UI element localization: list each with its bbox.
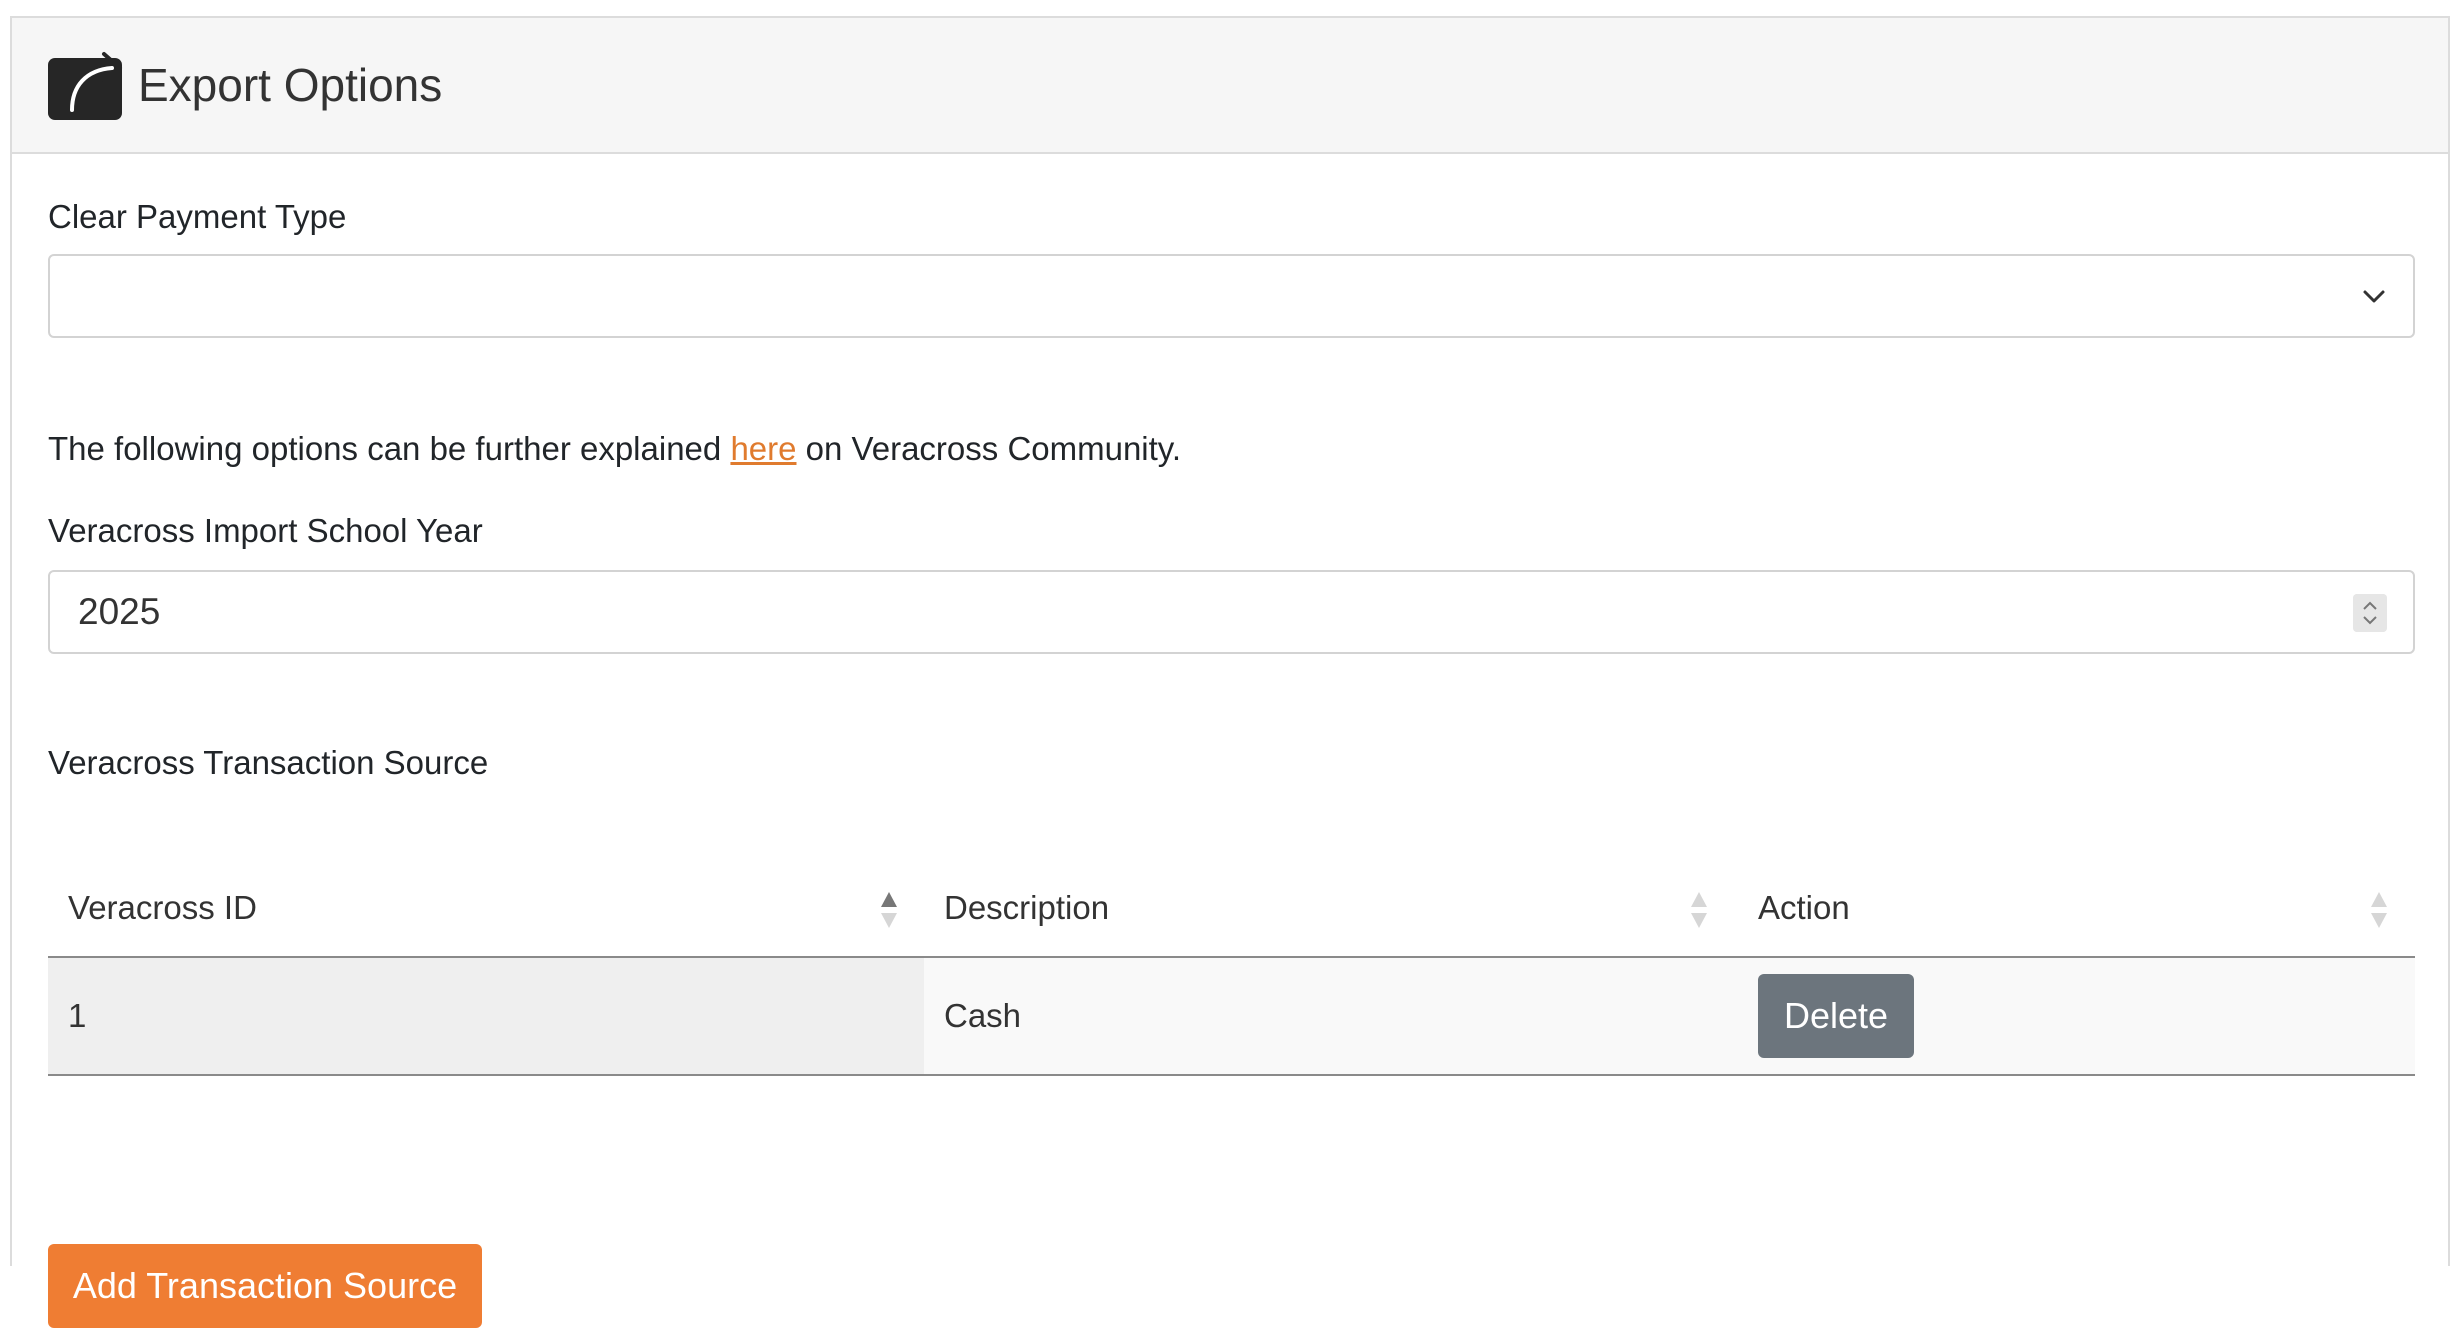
info-text-before: The following options can be further exp… xyxy=(48,430,731,467)
column-header-veracross-id[interactable]: Veracross ID xyxy=(68,860,257,956)
payment-type-select[interactable] xyxy=(48,254,2415,338)
school-year-value: 2025 xyxy=(78,591,161,632)
add-transaction-source-button[interactable]: Add Transaction Source xyxy=(48,1244,482,1328)
sort-icon[interactable] xyxy=(1690,890,1708,930)
cell-description: Cash xyxy=(944,997,1022,1034)
transaction-source-table: Veracross ID Description Action 1 Cash D… xyxy=(48,860,2415,1076)
community-help-link[interactable]: here xyxy=(730,430,796,467)
chevron-down-icon xyxy=(2363,290,2385,303)
export-options-panel: Export Options Clear Payment Type The fo… xyxy=(10,16,2450,1328)
panel-header: Export Options xyxy=(12,18,2448,154)
column-header-action[interactable]: Action xyxy=(1758,860,1850,956)
payment-type-label: Clear Payment Type xyxy=(48,198,347,235)
transaction-source-label: Veracross Transaction Source xyxy=(48,744,489,781)
cell-veracross-id: 1 xyxy=(48,958,924,1074)
info-text: The following options can be further exp… xyxy=(48,430,1181,468)
panel-title: Export Options xyxy=(138,59,443,111)
number-spinner-icon[interactable] xyxy=(2353,594,2387,632)
table-row: 1 Cash Delete xyxy=(48,958,2415,1076)
column-header-description[interactable]: Description xyxy=(944,860,1109,956)
sort-ascending-icon[interactable] xyxy=(880,890,898,930)
sort-icon[interactable] xyxy=(2370,890,2388,930)
info-text-after: on Veracross Community. xyxy=(796,430,1182,467)
table-header-row: Veracross ID Description Action xyxy=(48,860,2415,958)
school-year-input[interactable]: 2025 xyxy=(48,570,2415,654)
delete-button[interactable]: Delete xyxy=(1758,974,1914,1058)
school-year-label: Veracross Import School Year xyxy=(48,512,483,549)
share-arrow-icon xyxy=(48,52,122,120)
